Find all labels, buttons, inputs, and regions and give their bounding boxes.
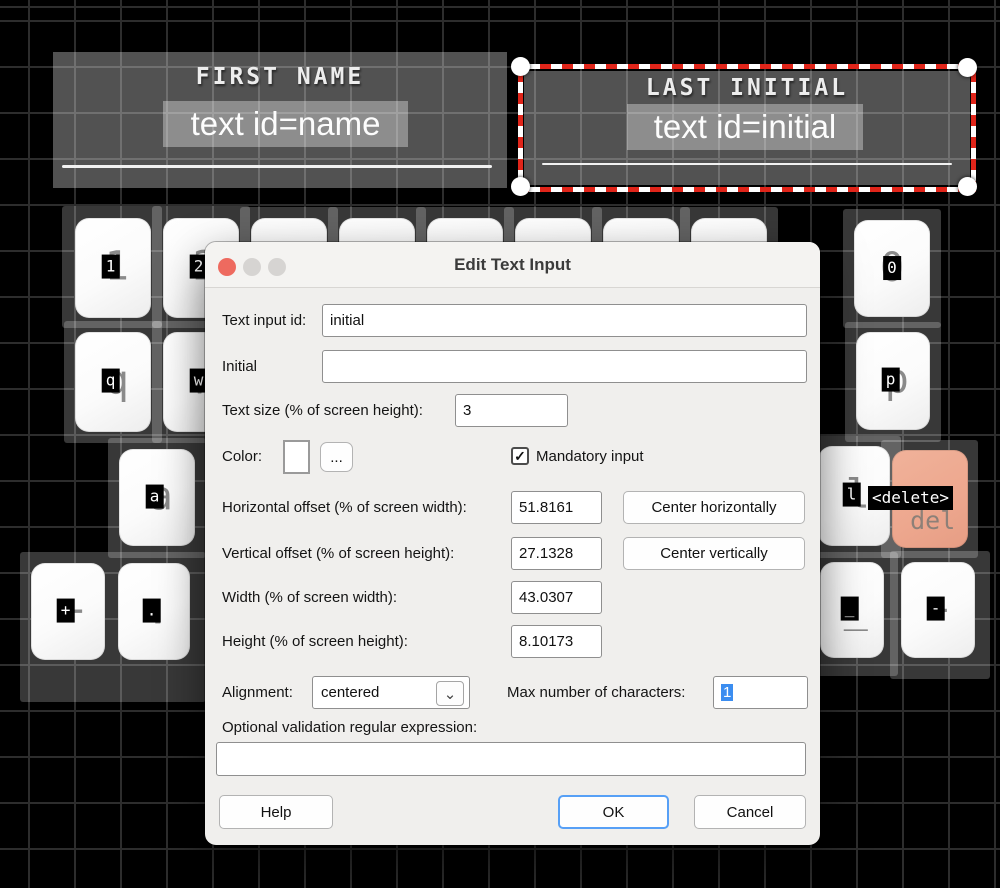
key-plus[interactable]: + + [31,563,105,660]
key-p[interactable]: p p [856,332,930,430]
initial-label: Initial [222,358,257,375]
selection-border-left [518,64,523,192]
key-id-badge: 0 [883,256,901,280]
max-chars-field[interactable]: 1 [713,676,808,709]
text-input-id-label: Text input id: [222,312,306,329]
regex-label: Optional validation regular expression: [222,719,477,736]
mandatory-checkbox[interactable]: ✓ [511,447,529,465]
key-glyph: del [910,508,955,533]
resize-handle-top-left[interactable] [511,57,530,76]
chevron-down-icon[interactable]: ⌄ [436,681,464,706]
text-size-label: Text size (% of screen height): [222,402,423,419]
key-id-badge: l [843,483,861,507]
close-icon[interactable] [218,258,236,276]
vertical-offset-label: Vertical offset (% of screen height): [222,545,454,562]
selected-text: 1 [721,684,733,701]
alignment-select[interactable]: centered ⌄ [312,676,470,709]
field-underline [62,165,492,168]
field-label: LAST INITIAL [524,75,970,101]
key-delete[interactable]: <delete> del [892,450,968,548]
horizontal-offset-label: Horizontal offset (% of screen width): [222,499,467,516]
height-label: Height (% of screen height): [222,633,408,650]
field-label: FIRST NAME [53,64,507,90]
selection-border-top [518,64,976,69]
key-id-badge: p [882,368,900,392]
key-id-badge: _ [841,597,859,621]
initial-field[interactable] [322,350,807,383]
text-input-widget-name[interactable]: FIRST NAME text id=name [53,52,507,188]
ok-button[interactable]: OK [558,795,669,829]
zoom-icon[interactable] [268,258,286,276]
text-input-widget-initial[interactable]: LAST INITIAL text id=initial [524,71,970,185]
width-label: Width (% of screen width): [222,589,397,606]
minimize-icon[interactable] [243,258,261,276]
color-swatch[interactable] [283,440,310,474]
key-id-badge: q [102,369,120,393]
color-browse-button[interactable]: ... [320,442,353,472]
max-chars-label: Max number of characters: [507,684,685,701]
center-horizontally-button[interactable]: Center horizontally [623,491,805,524]
dialog-title: Edit Text Input [205,242,820,287]
alignment-label: Alignment: [222,684,293,701]
key-q[interactable]: q q [75,332,151,432]
key-minus[interactable]: - - [901,562,975,658]
width-field[interactable] [511,581,602,614]
height-field[interactable] [511,625,602,658]
text-size-field[interactable] [455,394,568,427]
text-input-id-field[interactable] [322,304,807,337]
key-id-badge: - [927,597,945,621]
alignment-value: centered [321,684,379,701]
selection-border-bottom [518,187,976,192]
horizontal-offset-field[interactable] [511,491,602,524]
key-underscore[interactable]: _ _ [820,562,884,658]
dialog-titlebar[interactable]: Edit Text Input [205,242,820,288]
check-icon: ✓ [514,448,526,465]
selection-border-right [971,64,976,192]
key-id-badge: 1 [102,255,120,279]
color-label: Color: [222,448,262,465]
key-a[interactable]: a a [119,449,195,546]
regex-field[interactable] [216,742,806,776]
field-id-text: text id=initial [627,104,863,150]
resize-handle-bottom-right[interactable] [958,177,977,196]
key-0[interactable]: 0 0 [854,220,930,317]
ui-editor-canvas: 1 1 2 2 0 0 q q w w p p a a l l <delete>… [0,0,1000,888]
key-id-badge: + [57,598,75,622]
cancel-button[interactable]: Cancel [694,795,806,829]
edit-text-input-dialog: Edit Text Input Text input id: Initial T… [205,242,820,845]
help-button[interactable]: Help [219,795,333,829]
resize-handle-bottom-left[interactable] [511,177,530,196]
field-underline [542,163,952,165]
vertical-offset-field[interactable] [511,537,602,570]
field-id-text: text id=name [163,101,408,147]
key-period[interactable]: . . [118,563,190,660]
key-id-badge: . [143,598,161,622]
mandatory-label: Mandatory input [536,448,644,465]
key-1[interactable]: 1 1 [75,218,151,318]
key-id-badge: a [146,484,164,508]
center-vertically-button[interactable]: Center vertically [623,537,805,570]
resize-handle-top-right[interactable] [958,58,977,77]
